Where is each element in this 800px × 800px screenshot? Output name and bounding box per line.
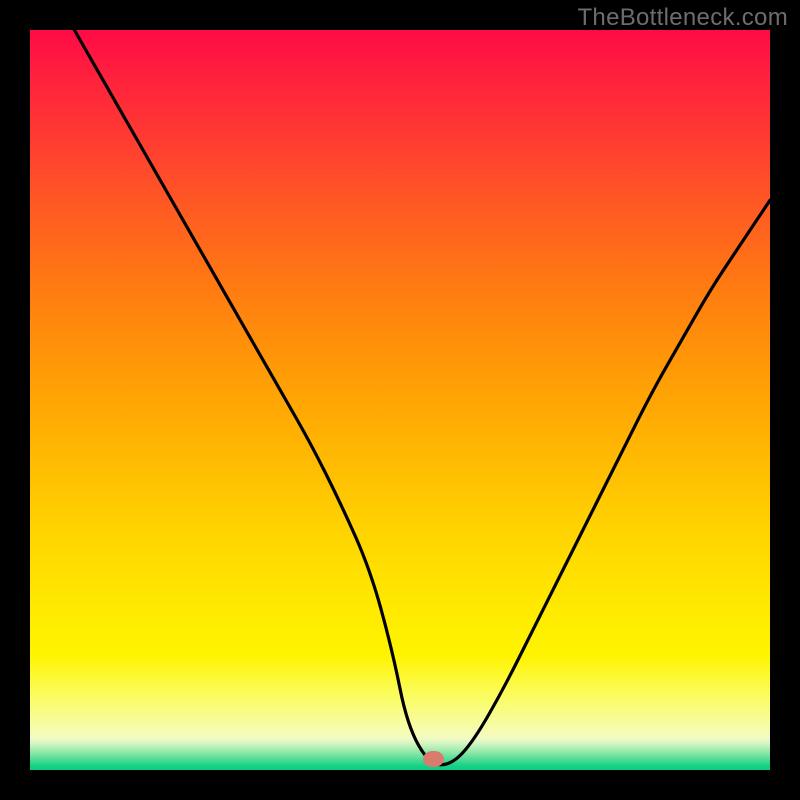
- chart-frame: TheBottleneck.com: [0, 0, 800, 800]
- watermark-text: TheBottleneck.com: [577, 4, 788, 32]
- min-marker: [423, 751, 444, 767]
- bottleneck-curve: [30, 30, 770, 770]
- plot-area: [30, 30, 770, 770]
- curve-path: [74, 30, 770, 765]
